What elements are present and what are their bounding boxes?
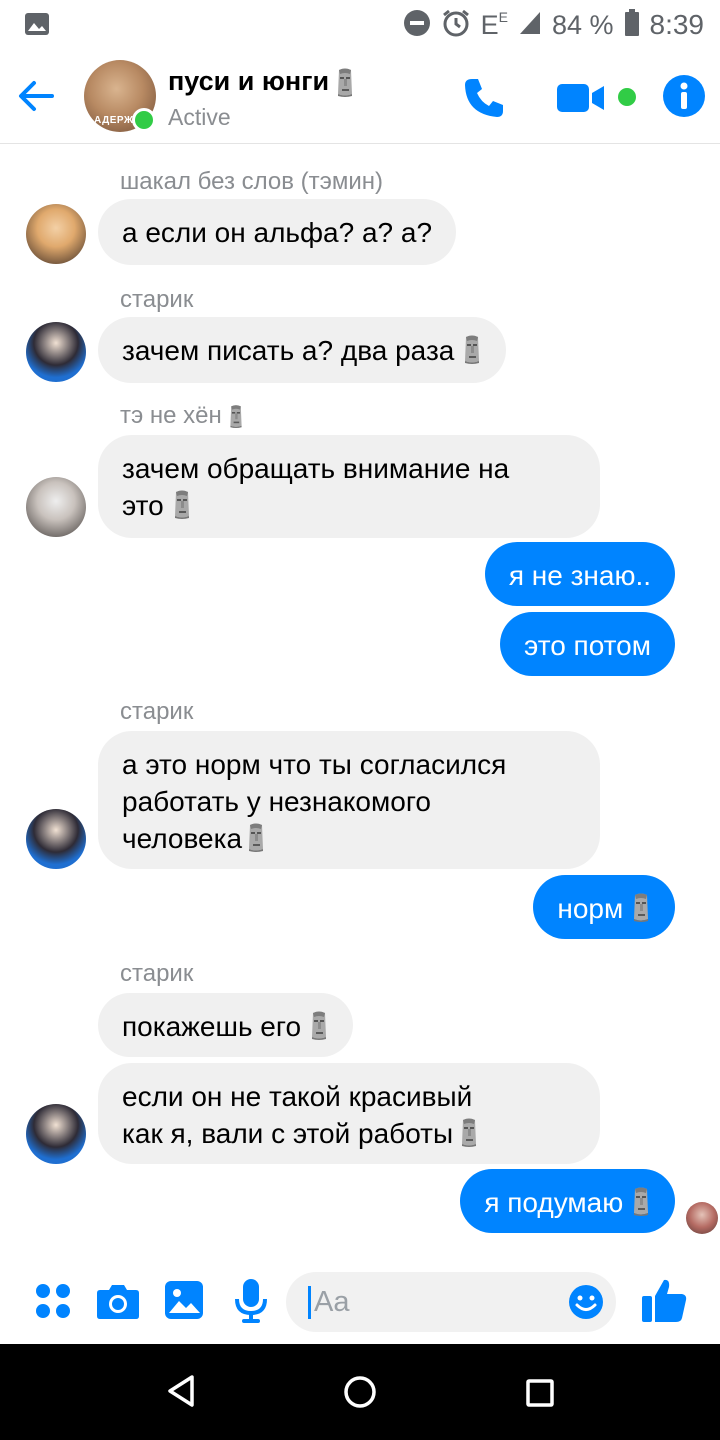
message-text: работать у незнакомого: [122, 786, 431, 817]
thumbs-up-icon: [642, 1279, 687, 1322]
mic-icon: [235, 1279, 267, 1323]
message-bubble[interactable]: покажешь его: [98, 993, 353, 1057]
nav-recents-icon: [526, 1379, 554, 1407]
avatar[interactable]: [26, 809, 86, 869]
voice-button[interactable]: [234, 1278, 268, 1329]
clock: 8:39: [649, 9, 705, 40]
avatar-caption: АДЕРЖ: [94, 115, 134, 126]
message-text: я не знаю..: [508, 560, 651, 591]
message-text: а если он альфа? а? а?: [122, 217, 433, 248]
message-bubble[interactable]: если он не такой красивый как я, вали с …: [98, 1063, 600, 1164]
smiley-icon: [569, 1285, 603, 1319]
moai-emoji: [462, 334, 482, 364]
sender-name: шакал без слов (тэмин): [120, 168, 384, 195]
gallery-button[interactable]: [164, 1280, 204, 1325]
video-call-button[interactable]: [556, 82, 606, 119]
alarm-icon: [441, 8, 471, 43]
info-icon: [663, 75, 705, 117]
chat-header: АДЕРЖ пуси и юнги Active: [0, 50, 720, 144]
network-type: EE: [480, 8, 508, 40]
moai-emoji: [631, 892, 651, 922]
signal-icon: [518, 10, 542, 41]
moai-emoji: [172, 489, 192, 519]
sender-name: тэ не хён: [120, 402, 244, 430]
active-status-dot: [132, 108, 156, 132]
nav-home-icon: [344, 1376, 376, 1408]
back-button[interactable]: [16, 76, 56, 116]
chat-title-text: пуси и юнги: [168, 66, 330, 96]
message-text: покажешь его: [122, 1011, 302, 1042]
message-text-line: это: [122, 487, 576, 524]
message-bubble[interactable]: норм: [533, 875, 675, 939]
sender-name: старик: [120, 286, 194, 313]
message-text: а это норм что ты согласился: [122, 749, 507, 780]
message-text: это: [122, 490, 164, 521]
gallery-icon: [24, 11, 50, 42]
image-icon: [165, 1281, 203, 1319]
avatar[interactable]: [26, 322, 86, 382]
call-button[interactable]: [462, 76, 506, 125]
apps-icon: [36, 1284, 70, 1318]
battery-icon: [624, 8, 640, 42]
sender-name: старик: [120, 960, 194, 987]
message-text: я подумаю: [484, 1187, 624, 1218]
system-nav-bar: [0, 1344, 720, 1440]
like-button[interactable]: [640, 1276, 688, 1329]
sender-name-text: тэ не хён: [120, 402, 222, 429]
message-text-line: как я, вали с этой работы: [122, 1115, 576, 1152]
message-bubble[interactable]: я подумаю: [460, 1169, 675, 1233]
moai-emoji: [459, 1117, 479, 1147]
moai-emoji: [335, 67, 355, 97]
battery-percent: 84 %: [551, 9, 614, 40]
phone-icon: [465, 79, 503, 117]
message-bubble[interactable]: я не знаю..: [484, 542, 675, 606]
avatar[interactable]: [26, 204, 86, 264]
message-bubble[interactable]: зачем писать а? два раза: [98, 317, 507, 383]
read-receipt-avatar: [686, 1202, 718, 1234]
more-actions-button[interactable]: [34, 1282, 72, 1325]
nav-recents-button[interactable]: [526, 1379, 554, 1412]
message-text: зачем писать а? два раза: [122, 335, 455, 366]
message-text: зачем обращать внимание на: [122, 453, 510, 484]
message-bubble[interactable]: зачем обращать внимание на это: [98, 435, 600, 538]
dnd-icon: [403, 9, 431, 42]
camera-icon: [97, 1285, 139, 1319]
chat-title[interactable]: пуси и юнги: [168, 66, 355, 97]
avatar[interactable]: [26, 477, 86, 537]
moai-emoji: [631, 1186, 651, 1216]
message-text-line: человека: [122, 820, 576, 857]
emoji-button[interactable]: [568, 1284, 604, 1325]
message-bubble[interactable]: это потом: [500, 612, 675, 676]
avatar[interactable]: [26, 1104, 86, 1164]
input-placeholder: Aa: [314, 1286, 350, 1318]
back-arrow-icon: [19, 81, 54, 111]
message-input[interactable]: Aa: [286, 1272, 616, 1332]
status-bar: EE 84 % 8:39: [0, 0, 720, 50]
message-composer: Aa: [0, 1258, 720, 1344]
message-text: человека: [122, 823, 243, 854]
nav-home-button[interactable]: [343, 1375, 377, 1414]
message-text: если он не такой красивый: [122, 1081, 473, 1112]
sender-name: старик: [120, 698, 194, 725]
chat-status: Active: [168, 104, 231, 130]
message-bubble[interactable]: а если он альфа? а? а?: [98, 199, 457, 265]
camera-button[interactable]: [96, 1282, 140, 1325]
message-text: это потом: [524, 630, 651, 661]
nav-back-button[interactable]: [166, 1374, 196, 1413]
moai-emoji: [228, 404, 244, 428]
message-text: как я, вали с этой работы: [122, 1118, 454, 1149]
video-icon: [557, 84, 604, 112]
info-button[interactable]: [662, 74, 706, 123]
message-text: норм: [557, 893, 624, 924]
nav-back-icon: [168, 1375, 194, 1407]
moai-emoji: [246, 822, 266, 852]
video-active-dot: [618, 88, 636, 106]
moai-emoji: [309, 1010, 329, 1040]
text-cursor: [308, 1286, 311, 1319]
message-bubble[interactable]: а это норм что ты согласился работать у …: [98, 731, 600, 869]
